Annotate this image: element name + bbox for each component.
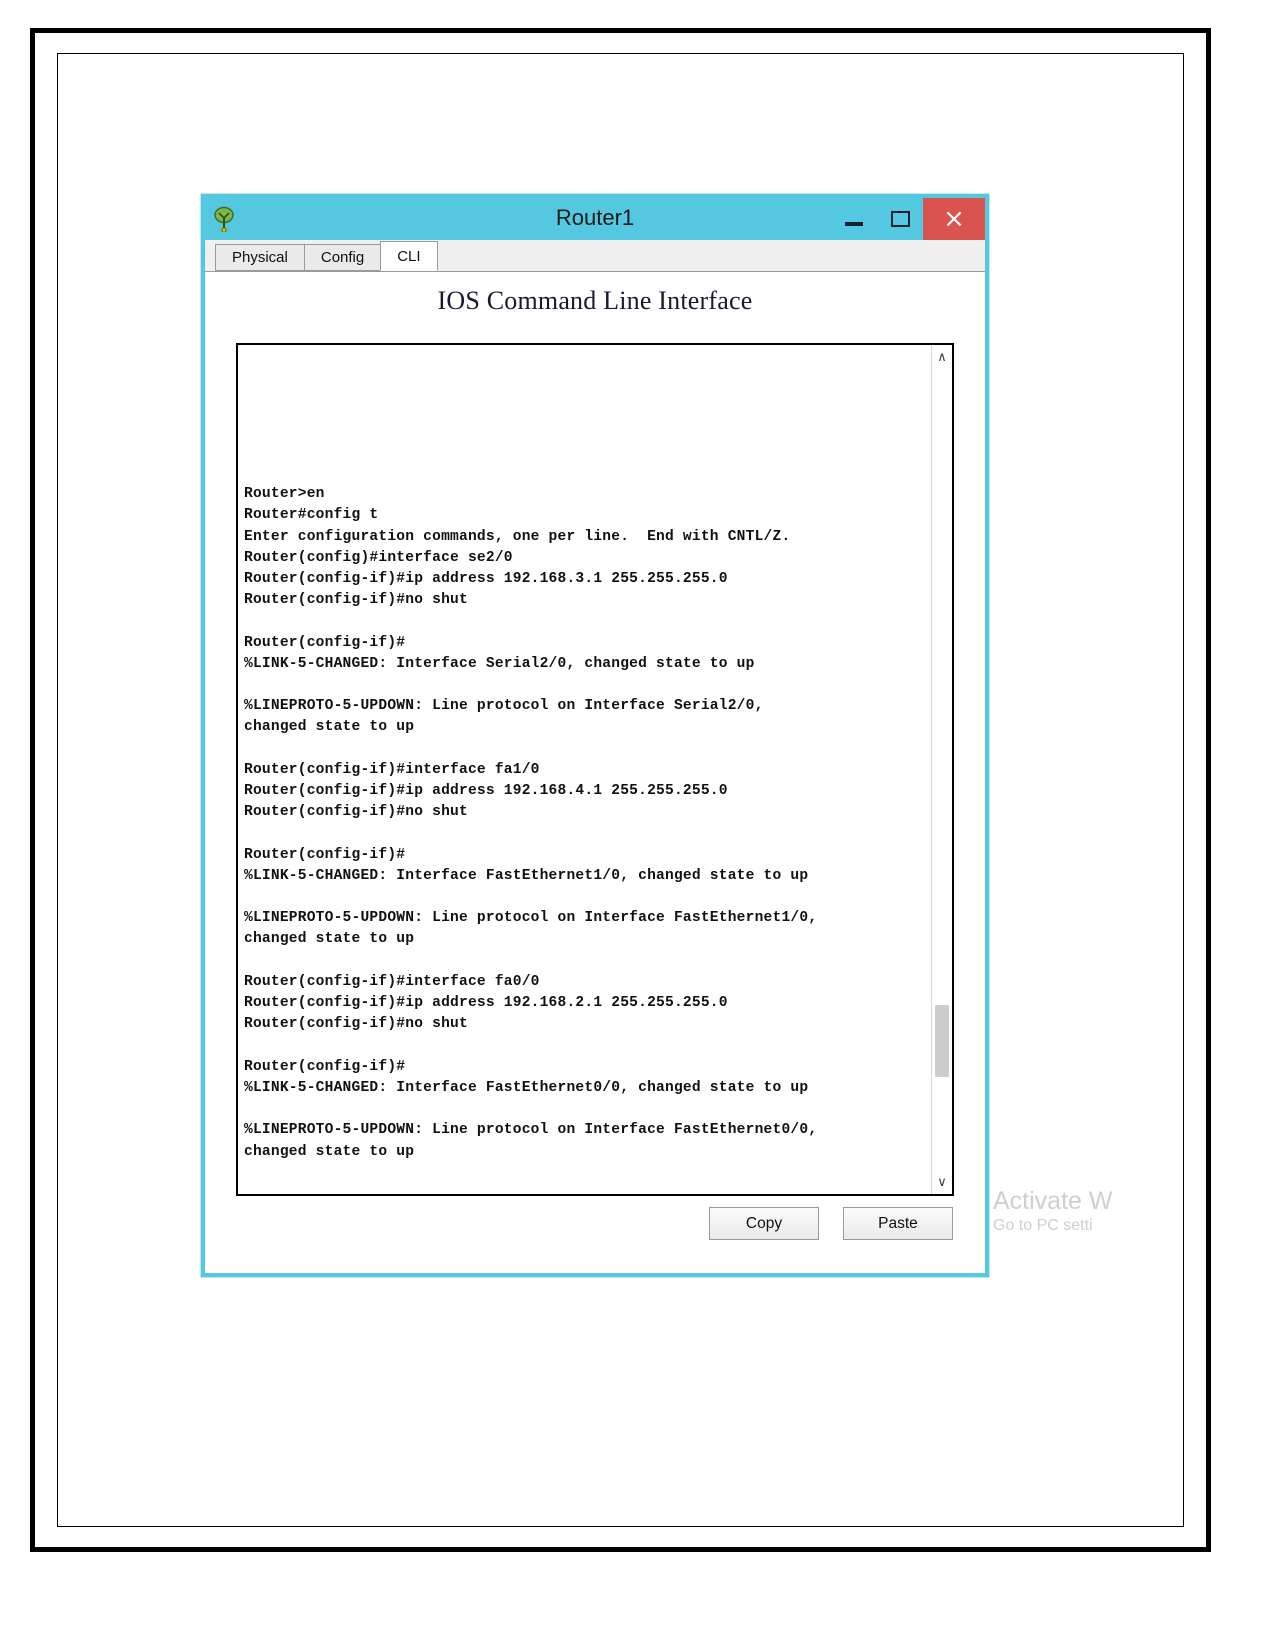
paste-button[interactable]: Paste bbox=[843, 1207, 953, 1240]
activate-windows-watermark: Activate W Go to PC setti bbox=[993, 1187, 1203, 1237]
document-page-border: Router1 × Physical Config CLI IOS Comman… bbox=[30, 28, 1211, 1552]
cli-heading: IOS Command Line Interface bbox=[437, 286, 753, 315]
window-titlebar: Router1 × bbox=[205, 198, 985, 240]
scroll-down-icon[interactable]: ∨ bbox=[932, 1172, 952, 1192]
close-button[interactable]: × bbox=[923, 198, 985, 240]
tab-cli[interactable]: CLI bbox=[380, 241, 438, 271]
watermark-line-1: Activate W bbox=[993, 1187, 1113, 1215]
close-icon: × bbox=[943, 204, 965, 234]
terminal-container: Router>en Router#config t Enter configur… bbox=[236, 343, 954, 1196]
scrollbar-thumb[interactable] bbox=[935, 1005, 949, 1077]
tab-physical[interactable]: Physical bbox=[215, 244, 305, 271]
maximize-button[interactable] bbox=[877, 198, 923, 240]
minimize-icon bbox=[845, 222, 863, 226]
packet-tracer-router-icon bbox=[213, 206, 243, 232]
watermark-line-2: Go to PC setti bbox=[993, 1217, 1093, 1234]
terminal-scrollbar[interactable]: ∧ ∨ bbox=[931, 345, 952, 1194]
maximize-icon bbox=[890, 211, 910, 227]
tabstrip: Physical Config CLI bbox=[205, 240, 985, 272]
terminal-output-area[interactable]: Router>en Router#config t Enter configur… bbox=[238, 345, 931, 1194]
paste-button-label: Paste bbox=[878, 1214, 918, 1232]
tab-cli-label: CLI bbox=[397, 247, 421, 265]
window-controls: × bbox=[831, 198, 985, 240]
scroll-up-icon[interactable]: ∧ bbox=[932, 347, 952, 367]
minimize-button[interactable] bbox=[831, 198, 877, 240]
tab-physical-label: Physical bbox=[232, 249, 288, 266]
tab-config-label: Config bbox=[320, 249, 365, 266]
packet-tracer-router-window: Router1 × Physical Config CLI IOS Comman… bbox=[201, 194, 1112, 1277]
copy-button-label: Copy bbox=[745, 1214, 783, 1232]
cli-action-buttons: Copy Paste bbox=[709, 1207, 953, 1240]
cli-panel: IOS Command Line Interface Router>en Rou… bbox=[205, 272, 1112, 1273]
tab-config[interactable]: Config bbox=[303, 244, 382, 271]
copy-button[interactable]: Copy bbox=[709, 1207, 819, 1240]
document-page-inner-border: Router1 × Physical Config CLI IOS Comman… bbox=[57, 53, 1184, 1527]
terminal-output-text: Router>en Router#config t Enter configur… bbox=[244, 486, 818, 1160]
